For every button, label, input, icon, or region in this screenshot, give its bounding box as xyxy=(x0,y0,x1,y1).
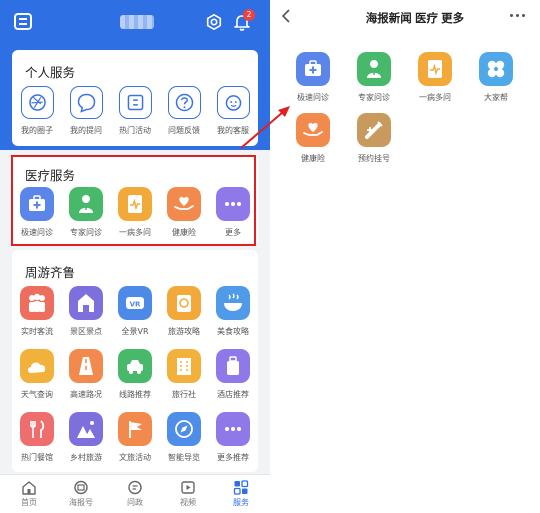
tour-service-label: 天气查询 xyxy=(21,390,53,399)
tab-inquiry[interactable]: 问政 xyxy=(115,480,155,508)
tour-service-label: 酒店推荐 xyxy=(217,390,249,399)
tab-services[interactable]: 服务 xyxy=(221,480,261,508)
bottom-tab-bar: 首页 海报号 问政 视频 服务 xyxy=(0,474,270,513)
luggage-icon xyxy=(216,349,250,383)
tour-service-label: 旅行社 xyxy=(172,390,196,399)
tour-service-label: 美食攻略 xyxy=(217,327,249,336)
service-expert-consult[interactable]: 专家问诊 xyxy=(350,52,398,103)
svg-text:VR: VR xyxy=(130,301,141,309)
compass-icon xyxy=(167,412,201,446)
customer-service-icon xyxy=(216,86,250,119)
hand-heart-icon xyxy=(296,113,330,147)
personal-services-card: 个人服务 我的圈子 我的提问 热门活动 问题反馈 我的客服 xyxy=(12,50,258,146)
more-menu-icon[interactable] xyxy=(508,8,528,22)
flag-icon xyxy=(118,412,152,446)
section-title: 周游齐鲁 xyxy=(25,266,76,280)
tour-service-label: 文旅活动 xyxy=(119,453,151,462)
weather-cloud-icon xyxy=(20,349,54,383)
medical-report-icon xyxy=(418,52,452,86)
tab-home[interactable]: 首页 xyxy=(9,480,49,508)
tour-service-item[interactable]: 乡村旅游 xyxy=(62,412,110,463)
doctor-icon xyxy=(357,52,391,86)
tour-service-item[interactable]: 旅游攻略 xyxy=(160,286,208,337)
tour-service-item[interactable]: VR 全景VR xyxy=(111,286,159,337)
four-leaf-icon xyxy=(479,52,513,86)
service-health-insurance[interactable]: 健康险 xyxy=(289,113,337,164)
tour-service-label: 景区景点 xyxy=(70,327,102,336)
tour-service-label: 全景VR xyxy=(121,327,149,336)
tour-service-label: 更多推荐 xyxy=(217,453,249,462)
service-my-circle[interactable]: 我的圈子 xyxy=(13,86,61,136)
service-hot-events[interactable]: 热门活动 xyxy=(111,86,159,136)
chat-bubble-icon xyxy=(69,86,103,119)
settings-icon[interactable] xyxy=(205,13,223,31)
tour-services-card: 周游齐鲁 实时客流 景区景点 VR 全景VR 旅游攻略 美食攻略天气查询 高速路况 线路推荐 旅… xyxy=(12,250,258,472)
service-my-questions[interactable]: 我的提问 xyxy=(62,86,110,136)
service-quick-consult[interactable]: 极速问诊 xyxy=(289,52,337,103)
tab-poster[interactable]: 海报号 xyxy=(61,480,101,508)
syringe-icon xyxy=(357,113,391,147)
tour-service-item[interactable]: 线路推荐 xyxy=(111,349,159,400)
more-dots-icon xyxy=(216,412,250,446)
menu-icon[interactable] xyxy=(14,13,32,30)
poster-icon xyxy=(74,480,88,495)
camera-shutter-icon xyxy=(20,86,54,119)
service-feedback[interactable]: 问题反馈 xyxy=(160,86,208,136)
notification-badge: 2 xyxy=(243,9,255,21)
tour-service-item[interactable]: 实时客流 xyxy=(13,286,61,337)
section-title: 个人服务 xyxy=(25,66,76,80)
guidebook-icon xyxy=(167,286,201,320)
video-icon xyxy=(181,481,195,494)
tour-service-item[interactable]: 文旅活动 xyxy=(111,412,159,463)
tour-service-label: 乡村旅游 xyxy=(70,453,102,462)
service-everyone-help[interactable]: 大家帮 xyxy=(472,52,520,103)
grid-icon xyxy=(233,480,249,495)
crowd-icon xyxy=(20,286,54,320)
page-title: 海报新闻 医疗 更多 xyxy=(365,13,465,25)
highway-icon xyxy=(69,349,103,383)
left-screen: 2 个人服务 我的圈子 我的提问 热门活动 问题反馈 我的客服 医疗服务 极速问… xyxy=(0,0,270,513)
tour-service-item[interactable]: 酒店推荐 xyxy=(209,349,257,400)
right-screen: 海报新闻 医疗 更多 极速问诊 专家问诊 一病多问 大家帮 健康险 预约挂号 xyxy=(270,0,540,513)
blurred-title xyxy=(120,15,154,29)
back-chevron-icon[interactable] xyxy=(278,8,294,24)
service-appointment[interactable]: 预约挂号 xyxy=(350,113,398,164)
food-bowl-icon xyxy=(216,286,250,320)
tour-service-item[interactable]: 美食攻略 xyxy=(209,286,257,337)
tour-service-label: 旅游攻略 xyxy=(168,327,200,336)
tour-service-item[interactable]: 更多推荐 xyxy=(209,412,257,463)
tab-video[interactable]: 视频 xyxy=(168,480,208,508)
tour-service-item[interactable]: 景区景点 xyxy=(62,286,110,337)
landmark-icon xyxy=(69,286,103,320)
fork-knife-icon xyxy=(20,412,54,446)
vr-headset-icon: VR xyxy=(118,286,152,320)
tour-service-item[interactable]: 热门餐馆 xyxy=(13,412,61,463)
inquiry-icon xyxy=(128,480,142,495)
village-icon xyxy=(69,412,103,446)
ticket-icon xyxy=(118,86,152,119)
travel-agency-icon xyxy=(167,349,201,383)
first-aid-kit-icon xyxy=(296,52,330,86)
route-car-icon xyxy=(118,349,152,383)
tour-service-item[interactable]: 天气查询 xyxy=(13,349,61,400)
highlight-box xyxy=(11,155,256,246)
tour-service-label: 热门餐馆 xyxy=(21,453,53,462)
tour-service-label: 高速路况 xyxy=(70,390,102,399)
top-bar: 2 xyxy=(0,0,270,44)
home-icon xyxy=(22,481,36,495)
service-multi-question[interactable]: 一病多问 xyxy=(411,52,459,103)
tour-service-item[interactable]: 高速路况 xyxy=(62,349,110,400)
tour-service-item[interactable]: 旅行社 xyxy=(160,349,208,400)
question-mark-icon xyxy=(167,86,201,119)
tour-service-label: 线路推荐 xyxy=(119,390,151,399)
tour-service-label: 实时客流 xyxy=(21,327,53,336)
tour-service-label: 智能导览 xyxy=(168,453,200,462)
tour-service-item[interactable]: 智能导览 xyxy=(160,412,208,463)
service-customer-service[interactable]: 我的客服 xyxy=(209,86,257,136)
